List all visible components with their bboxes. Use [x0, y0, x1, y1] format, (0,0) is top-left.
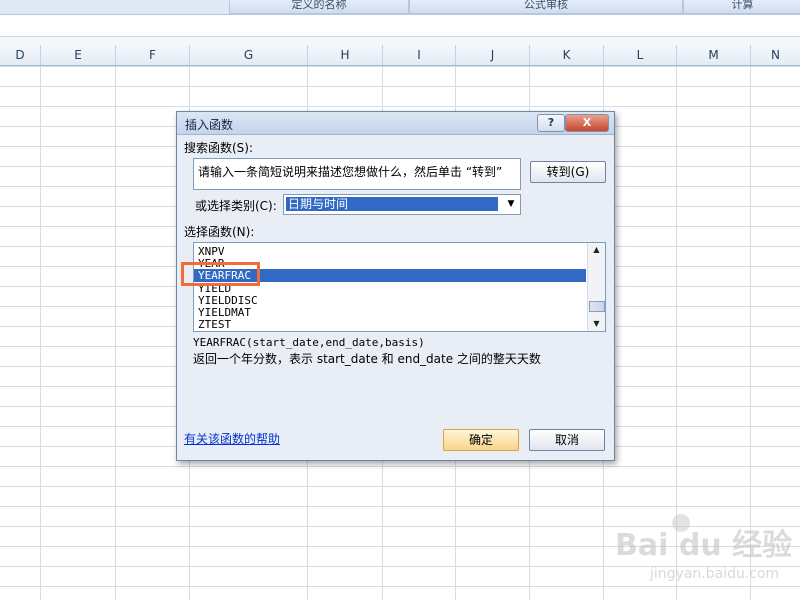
function-list-label: 选择函数(N): [184, 225, 255, 239]
dialog-titlebar[interactable]: 插入函数 ? X [177, 112, 614, 135]
column-header-n[interactable]: N [751, 45, 800, 65]
scroll-up-icon[interactable]: ▲ [588, 243, 605, 257]
column-header-d[interactable]: D [0, 45, 41, 65]
insert-function-dialog: 插入函数 ? X 搜索函数(S): 请输入一条简短说明来描述您想做什么，然后单击… [176, 111, 615, 461]
ok-button[interactable]: 确定 [443, 429, 519, 451]
go-button[interactable]: 转到(G) [530, 161, 606, 183]
function-list-scrollbar[interactable]: ▲ ▼ [587, 243, 605, 331]
watermark-brand: Bai du 经验 [615, 528, 793, 563]
column-header-k[interactable]: K [530, 45, 604, 65]
function-help-link[interactable]: 有关该函数的帮助 [184, 430, 280, 447]
column-header-i[interactable]: I [383, 45, 456, 65]
scroll-down-icon[interactable]: ▼ [588, 317, 605, 331]
column-header-m[interactable]: M [677, 45, 751, 65]
cancel-button[interactable]: 取消 [529, 429, 605, 451]
watermark-url: jingyan.baidu.com [650, 566, 780, 582]
column-headers: D E F G H I J K L M N [0, 45, 800, 66]
column-header-f[interactable]: F [116, 45, 190, 65]
search-label: 搜索函数(S): [184, 141, 254, 155]
grid-line [115, 66, 116, 600]
function-list[interactable]: XNPV YEAR YEARFRAC YIELD YIELDDISC YIELD… [193, 242, 606, 332]
column-header-h[interactable]: H [308, 45, 383, 65]
dialog-title: 插入函数 [185, 118, 234, 132]
function-description: 返回一个年分数，表示 start_date 和 end_date 之间的整天天数 [193, 352, 541, 366]
grid-line [40, 66, 41, 600]
scroll-thumb[interactable] [589, 301, 605, 312]
column-header-j[interactable]: J [456, 45, 530, 65]
ribbon-group-formula-auditing[interactable]: 公式审核 [409, 0, 683, 14]
column-header-g[interactable]: G [190, 45, 308, 65]
column-header-l[interactable]: L [604, 45, 677, 65]
search-input-text: 请输入一条简短说明来描述您想做什么，然后单击 “转到” [198, 165, 503, 179]
function-signature: YEARFRAC(start_date,end_date,basis) [193, 336, 425, 349]
close-icon[interactable]: X [565, 114, 609, 132]
column-header-e[interactable]: E [41, 45, 116, 65]
ribbon-group-labels: 定义的名称 公式审核 计算 [0, 0, 800, 15]
function-list-item[interactable]: ZTEST [198, 318, 231, 331]
search-input[interactable]: 请输入一条简短说明来描述您想做什么，然后单击 “转到” [193, 158, 521, 190]
help-icon[interactable]: ? [537, 114, 565, 132]
ribbon-group-defined-names[interactable]: 定义的名称 [229, 0, 409, 14]
chevron-down-icon[interactable]: ▼ [503, 196, 519, 212]
ribbon-group-calculation[interactable]: 计算 [683, 0, 800, 14]
category-select[interactable]: 日期与时间 ▼ [283, 194, 521, 215]
category-selected-value: 日期与时间 [286, 197, 498, 211]
annotation-highlight-box [181, 262, 260, 286]
category-label: 或选择类别(C): [195, 199, 277, 213]
